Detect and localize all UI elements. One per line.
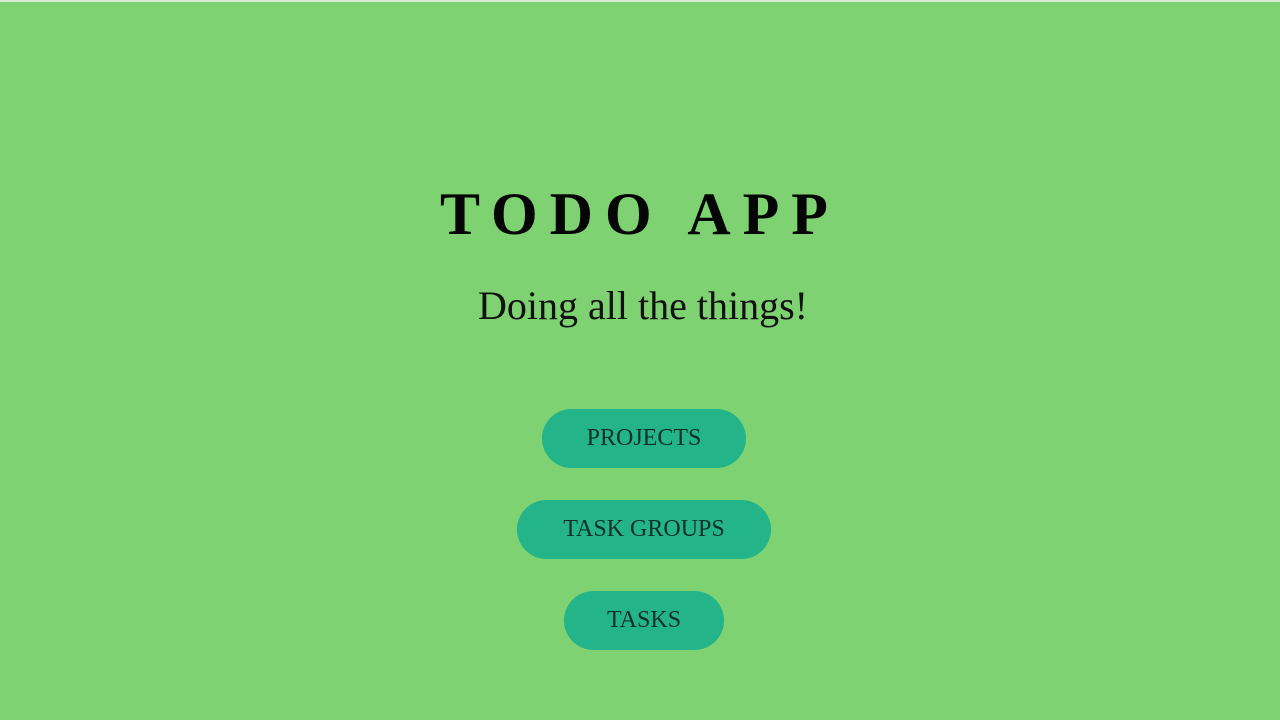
main-navigation: PROJECTS TASK GROUPS TASKS (0, 0, 1280, 720)
task-groups-button[interactable]: TASK GROUPS (517, 500, 771, 559)
projects-button[interactable]: PROJECTS (542, 409, 746, 468)
tasks-button[interactable]: TASKS (564, 591, 724, 650)
